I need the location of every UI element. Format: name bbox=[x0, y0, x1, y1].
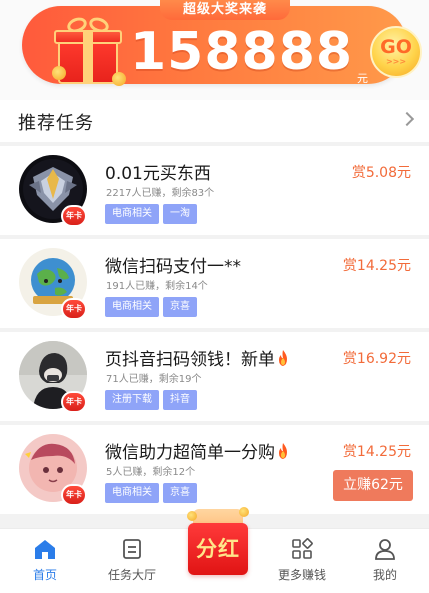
tab-label: 我的 bbox=[372, 568, 397, 582]
task-tags: 电商相关 一淘 bbox=[105, 204, 197, 224]
task-meta: 2217人已赚，剩余83个 bbox=[106, 188, 215, 199]
tab-dividend[interactable]: 分红 bbox=[185, 507, 251, 593]
task-card[interactable]: 年卡 微信助力超简单一分购 5人已赚，剩余12个 电商相关 京喜 赏14.25元… bbox=[0, 425, 429, 514]
task-reward: 赏16.92元 bbox=[342, 351, 411, 367]
tab-label: 首页 bbox=[32, 568, 57, 582]
coin-icon bbox=[239, 507, 249, 517]
tag: 一淘 bbox=[163, 204, 197, 224]
coin-icon bbox=[187, 511, 197, 521]
task-list: 年卡 0.01元买东西 2217人已赚，剩余83个 电商相关 一淘 赏5.08元… bbox=[0, 146, 429, 518]
annual-card-badge: 年卡 bbox=[61, 391, 87, 413]
task-title-text: 微信助力超简单一分购 bbox=[105, 443, 275, 463]
tag: 电商相关 bbox=[105, 204, 159, 224]
tag: 京喜 bbox=[163, 483, 197, 503]
section-title: 推荐任务 bbox=[18, 113, 94, 134]
go-label: GO bbox=[380, 36, 412, 58]
banner-tag: 超级大奖来袭 bbox=[160, 0, 290, 20]
tab-more-earn[interactable]: 更多赚钱 bbox=[262, 529, 342, 593]
home-icon bbox=[35, 540, 55, 559]
task-meta: 71人已赚，剩余19个 bbox=[106, 374, 202, 385]
chevron-right-icon[interactable] bbox=[399, 111, 415, 127]
tag: 京喜 bbox=[163, 297, 197, 317]
annual-card-badge: 年卡 bbox=[61, 298, 87, 320]
tab-label: 更多赚钱 bbox=[277, 568, 326, 582]
tag: 抖音 bbox=[163, 390, 197, 410]
task-title: 微信助力超简单一分购 bbox=[105, 438, 291, 463]
task-card[interactable]: 年卡 页抖音扫码领钱！新单 71人已赚，剩余19个 注册下载 抖音 赏16.92… bbox=[0, 332, 429, 421]
task-meta: 5人已赚，剩余12个 bbox=[106, 467, 196, 478]
tab-mine[interactable]: 我的 bbox=[345, 529, 425, 593]
tag: 电商相关 bbox=[105, 483, 159, 503]
task-reward: 赏14.25元 bbox=[342, 258, 411, 274]
task-card[interactable]: 年卡 0.01元买东西 2217人已赚，剩余83个 电商相关 一淘 赏5.08元 bbox=[0, 146, 429, 235]
dividend-label: 分红 bbox=[188, 523, 248, 575]
earn-now-button[interactable]: 立赚62元 bbox=[333, 470, 413, 501]
apps-grid-icon bbox=[292, 538, 313, 559]
task-title: 0.01元买东西 bbox=[105, 164, 211, 184]
task-tags: 电商相关 京喜 bbox=[105, 297, 197, 317]
recommended-tasks-header[interactable]: 推荐任务 bbox=[0, 100, 429, 142]
tag: 注册下载 bbox=[105, 390, 159, 410]
fire-icon bbox=[279, 443, 287, 459]
annual-card-badge: 年卡 bbox=[61, 205, 87, 227]
gift-box-icon bbox=[52, 15, 126, 86]
task-tags: 注册下载 抖音 bbox=[105, 390, 197, 410]
task-title-text: 页抖音扫码领钱！新单 bbox=[105, 350, 275, 370]
bottom-tab-bar: 首页 任务大厅 分红 更多赚钱 我的 bbox=[0, 507, 429, 593]
task-card[interactable]: 年卡 微信扫码支付一** 191人已赚，剩余14个 电商相关 京喜 赏14.25… bbox=[0, 239, 429, 328]
go-arrows: >>> bbox=[385, 57, 407, 66]
tab-task-hall[interactable]: 任务大厅 bbox=[92, 529, 172, 593]
task-reward: 赏14.25元 bbox=[342, 444, 411, 460]
annual-card-badge: 年卡 bbox=[61, 484, 87, 506]
task-tags: 电商相关 京喜 bbox=[105, 483, 197, 503]
task-title: 页抖音扫码领钱！新单 bbox=[105, 345, 291, 370]
top-banner[interactable]: 158888 元 GO >>> 超级大奖来袭 bbox=[0, 0, 429, 100]
tag: 电商相关 bbox=[105, 297, 159, 317]
tab-label: 任务大厅 bbox=[107, 568, 156, 582]
go-button[interactable]: GO >>> bbox=[370, 26, 422, 78]
prize-amount: 158888 bbox=[130, 22, 354, 82]
prize-unit: 元 bbox=[357, 72, 368, 85]
tab-home[interactable]: 首页 bbox=[5, 529, 85, 593]
fire-icon bbox=[279, 350, 287, 366]
user-icon bbox=[375, 539, 395, 560]
task-reward: 赏5.08元 bbox=[351, 165, 411, 181]
task-meta: 191人已赚，剩余14个 bbox=[106, 281, 208, 292]
task-list-icon bbox=[123, 539, 141, 559]
task-title: 微信扫码支付一** bbox=[105, 257, 241, 277]
